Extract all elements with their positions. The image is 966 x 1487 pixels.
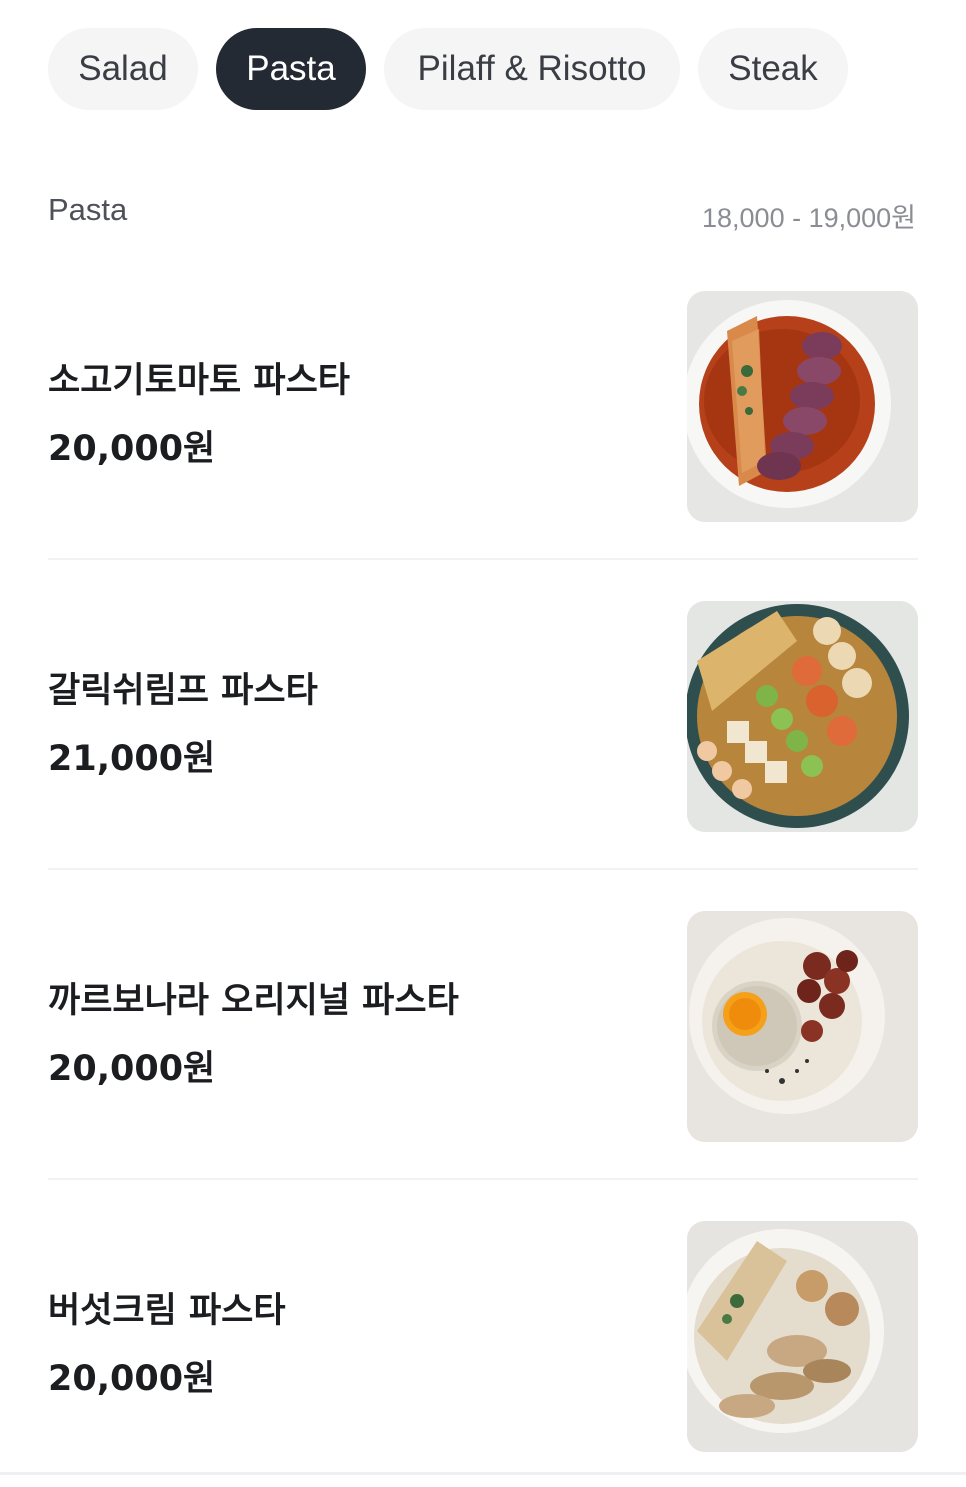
- section-price-range: 18,000 - 19,000원: [702, 203, 916, 233]
- tab-salad[interactable]: Salad: [48, 28, 198, 110]
- tab-steak[interactable]: Steak: [698, 28, 848, 110]
- category-tabs: Salad Pasta Pilaff & Risotto Steak: [48, 28, 848, 110]
- menu-item-price: 20,000원: [48, 1049, 216, 1089]
- menu-item-price: 21,000원: [48, 739, 216, 779]
- menu-item[interactable]: 까르보나라 오리지널 파스타 20,000원: [48, 870, 918, 1178]
- section-title: Pasta: [48, 192, 128, 227]
- tab-pilaff-risotto[interactable]: Pilaff & Risotto: [384, 28, 680, 110]
- menu-item[interactable]: 소고기토마토 파스타 20,000원: [48, 250, 918, 558]
- menu-item-name: 까르보나라 오리지널 파스타: [48, 981, 459, 1021]
- menu-item-price: 20,000원: [48, 1359, 216, 1399]
- menu-item-name: 소고기토마토 파스타: [48, 361, 350, 401]
- mushroom-cream-pasta-photo: [687, 1221, 918, 1452]
- menu-page: Salad Pasta Pilaff & Risotto Steak Pasta…: [0, 0, 966, 1487]
- beef-tomato-pasta-photo: [687, 291, 918, 522]
- menu-list: 소고기토마토 파스타 20,000원 갈릭쉬림프 파스타 21,000원 까르보…: [48, 250, 918, 1487]
- bottom-divider: [0, 1472, 966, 1475]
- carbonara-pasta-photo: [687, 911, 918, 1142]
- menu-item-name: 갈릭쉬림프 파스타: [48, 671, 318, 711]
- menu-item-price: 20,000원: [48, 429, 216, 469]
- menu-item-name: 버섯크림 파스타: [48, 1291, 286, 1331]
- menu-item[interactable]: 갈릭쉬림프 파스타 21,000원: [48, 560, 918, 868]
- menu-item[interactable]: 버섯크림 파스타 20,000원: [48, 1180, 918, 1487]
- tab-pasta[interactable]: Pasta: [216, 28, 366, 110]
- garlic-shrimp-pasta-photo: [687, 601, 918, 832]
